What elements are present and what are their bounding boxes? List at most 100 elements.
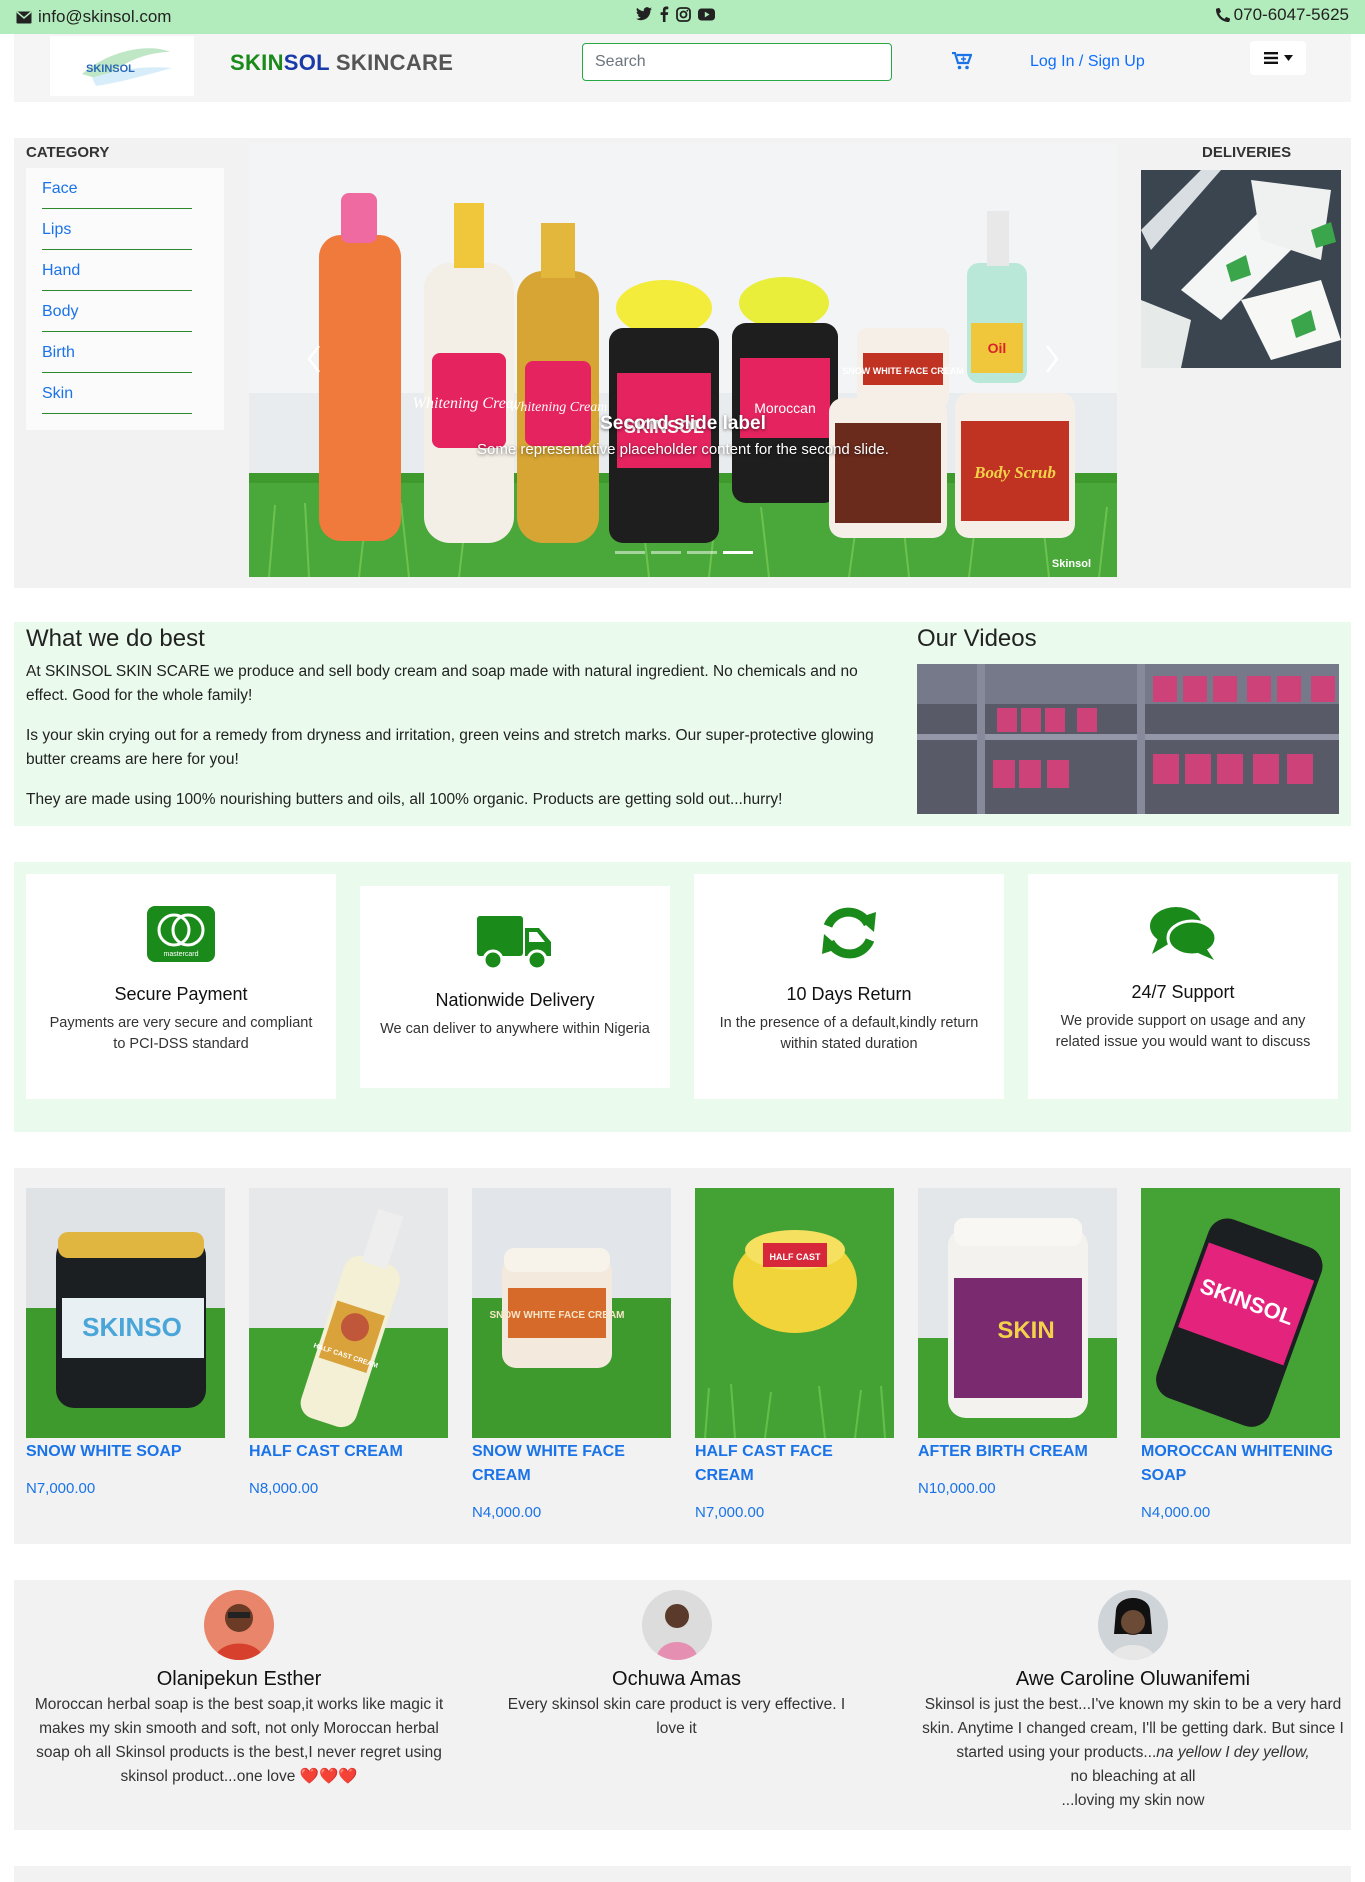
feature-title: 10 Days Return <box>786 984 912 1004</box>
carousel-caption-text: Some representative placeholder content … <box>477 441 889 458</box>
mastercard-word: mastercard <box>163 951 198 958</box>
about-title: What we do best <box>26 625 205 652</box>
category-list: Face Lips Hand Body Birth Skin <box>26 168 224 430</box>
video-player[interactable] <box>917 664 1339 814</box>
about-paragraph-3: They are made using 100% nourishing butt… <box>26 791 783 808</box>
category-item-skin[interactable]: Skin <box>42 373 192 414</box>
feature-title: Secure Payment <box>114 984 248 1004</box>
category-item-body[interactable]: Body <box>42 291 192 332</box>
footer-strip <box>14 1866 1351 1882</box>
testimonial-text-d: ...loving my skin now <box>1061 1792 1205 1809</box>
jar4-label: Body Scrub <box>973 463 1056 482</box>
product-card[interactable]: HALF CAST CREAM HALF CAST CREAM N8,000.0… <box>249 1188 448 1497</box>
top-bar: info@skinsol.com 070-6047-5625 <box>0 0 1365 34</box>
product-image[interactable]: HALF CAST <box>695 1188 894 1438</box>
products-section: SKINSO SNOW WHITE SOAP N7,000.00 HALF CA… <box>14 1168 1351 1544</box>
category-item-birth[interactable]: Birth <box>42 332 192 373</box>
product-image[interactable]: HALF CAST CREAM <box>249 1188 448 1438</box>
deliveries-image[interactable] <box>1141 170 1341 368</box>
envelope-icon <box>16 10 32 23</box>
brand-part-skincare: SKINCARE <box>335 50 454 75</box>
refresh-icon <box>818 902 880 964</box>
testimonial-name: Olanipekun Esther <box>156 1668 322 1690</box>
instagram-icon[interactable] <box>676 6 691 22</box>
search-input[interactable]: Search <box>582 43 892 81</box>
spray-label: Oil <box>988 340 1007 356</box>
truck-icon <box>477 912 553 974</box>
product-name[interactable]: HALF CAST CREAM <box>249 1440 448 1464</box>
carousel-caption-title: Second slide label <box>600 413 766 434</box>
product-image[interactable]: SNOW WHITE FACE CREAM <box>472 1188 671 1438</box>
product-price: N4,000.00 <box>472 1504 542 1521</box>
testimonials-section: Olanipekun Esther Moroccan herbal soap i… <box>14 1580 1351 1830</box>
testimonial-card: Ochuwa Amas Every skinsol skin care prod… <box>504 1590 849 1741</box>
email-text: info@skinsol.com <box>38 7 172 26</box>
product-name[interactable]: HALF CAST FACE CREAM <box>695 1440 894 1488</box>
category-item-face[interactable]: Face <box>42 168 192 209</box>
feature-text: We can deliver to anywhere within Nigeri… <box>380 1021 650 1037</box>
product-card[interactable]: SKIN AFTER BIRTH CREAM N10,000.00 <box>918 1188 1117 1497</box>
caret-down-icon <box>1283 55 1293 61</box>
product-image[interactable]: SKIN <box>918 1188 1117 1438</box>
category-title: CATEGORY <box>26 144 110 161</box>
carousel-prev-icon[interactable] <box>305 343 323 375</box>
features-section: mastercard Secure Payment Payments are v… <box>14 862 1351 1132</box>
logo-text: SKINSOL <box>86 63 135 75</box>
product-name[interactable]: MOROCCAN WHITENING SOAP <box>1141 1440 1340 1488</box>
product-price: N7,000.00 <box>26 1480 96 1497</box>
product-card[interactable]: HALF CAST HALF CAST FACE CREAM N7,000.00 <box>695 1188 894 1521</box>
feature-title: Nationwide Delivery <box>435 990 595 1010</box>
product-image[interactable]: SKINSO <box>26 1188 225 1438</box>
about-paragraph-1: At SKINSOL SKIN SCARE we produce and sel… <box>26 663 858 704</box>
feature-text: In the presence of a default,kindly retu… <box>719 1015 979 1052</box>
cart-icon[interactable] <box>952 51 973 75</box>
avatar <box>204 1590 274 1660</box>
product-label: SKINSO <box>82 1312 182 1342</box>
navbar: SKINSOL SKINSOL SKINCARE Search Log In /… <box>14 34 1351 102</box>
brand-name[interactable]: SKINSOL SKINCARE <box>230 50 453 76</box>
avatar <box>641 1590 712 1660</box>
carousel-indicator[interactable] <box>687 551 717 554</box>
testimonial-text: Moroccan herbal soap is the best soap,it… <box>24 1693 454 1789</box>
product-card[interactable]: SNOW WHITE FACE CREAM SNOW WHITE FACE CR… <box>472 1188 671 1521</box>
category-item-lips[interactable]: Lips <box>42 209 192 250</box>
product-name[interactable]: SNOW WHITE FACE CREAM <box>472 1440 671 1488</box>
phone-text: 070-6047-5625 <box>1233 5 1349 24</box>
about-section: What we do best At SKINSOL SKIN SCARE we… <box>14 622 1351 826</box>
category-item-hand[interactable]: Hand <box>42 250 192 291</box>
brand-part-skin: SKIN <box>230 50 284 75</box>
login-signup-link[interactable]: Log In / Sign Up <box>1030 53 1145 71</box>
hamburger-icon <box>1263 52 1278 64</box>
social-links <box>636 6 715 22</box>
carousel-indicator[interactable] <box>615 551 645 554</box>
testimonial-text-b: na yellow I dey yellow, <box>1156 1744 1310 1761</box>
feature-card-secure-payment: mastercard Secure Payment Payments are v… <box>26 874 336 1099</box>
deliveries-title: DELIVERIES <box>1202 144 1292 161</box>
product-card[interactable]: SKINSO SNOW WHITE SOAP N7,000.00 <box>26 1188 225 1497</box>
testimonial-card: Awe Caroline Oluwanifemi Skinsol is just… <box>922 1590 1344 1813</box>
product-image[interactable]: SKINSOL <box>1141 1188 1340 1438</box>
feature-card-support: 24/7 Support We provide support on usage… <box>1028 874 1338 1099</box>
hero-carousel[interactable]: Whitening Cream Whitening Cream SKINSOL … <box>249 143 1117 577</box>
contact-email[interactable]: info@skinsol.com <box>16 7 171 27</box>
menu-dropdown-button[interactable] <box>1250 41 1306 75</box>
slide-watermark: Skinsol <box>1052 558 1091 570</box>
testimonial-name: Ochuwa Amas <box>612 1668 741 1690</box>
mastercard-icon: mastercard <box>147 906 215 962</box>
carousel-next-icon[interactable] <box>1043 343 1061 375</box>
product-name[interactable]: AFTER BIRTH CREAM <box>918 1440 1117 1464</box>
product-price: N10,000.00 <box>918 1480 996 1497</box>
product-name[interactable]: SNOW WHITE SOAP <box>26 1440 225 1464</box>
feature-card-returns: 10 Days Return In the presence of a defa… <box>694 874 1004 1099</box>
carousel-indicator-active[interactable] <box>723 551 753 554</box>
contact-phone[interactable]: 070-6047-5625 <box>1215 5 1349 25</box>
site-logo[interactable]: SKINSOL <box>50 36 194 96</box>
facebook-icon[interactable] <box>659 6 669 22</box>
twitter-icon[interactable] <box>636 7 652 21</box>
product-card[interactable]: SKINSOL MOROCCAN WHITENING SOAP N4,000.0… <box>1141 1188 1340 1521</box>
feature-text: Payments are very secure and compliant t… <box>49 1015 313 1052</box>
youtube-icon[interactable] <box>698 8 715 21</box>
testimonial-text: Skinsol is just the best...I've known my… <box>922 1693 1344 1813</box>
carousel-indicator[interactable] <box>651 551 681 554</box>
videos-title: Our Videos <box>917 625 1037 652</box>
